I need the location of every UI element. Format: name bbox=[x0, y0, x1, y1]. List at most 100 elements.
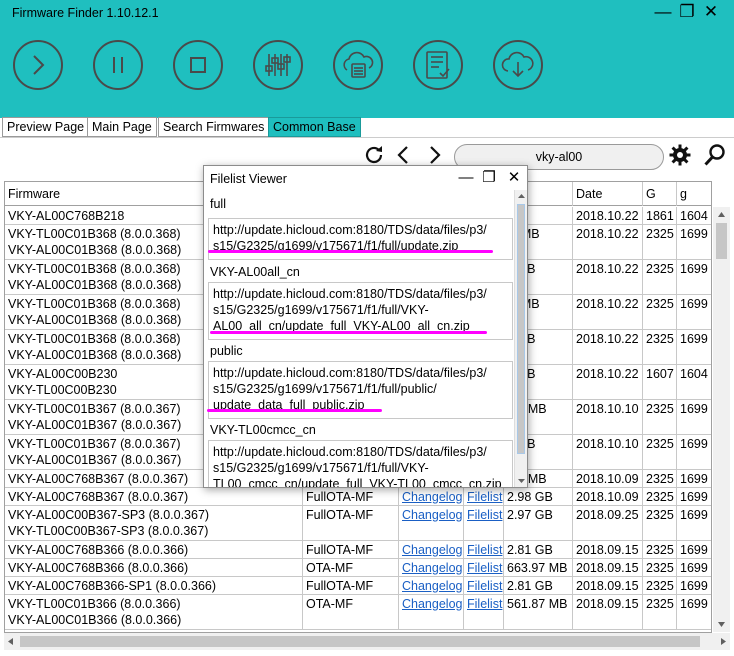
forward-button[interactable] bbox=[423, 143, 447, 167]
table-row[interactable]: VKY-AL00C768B366 (8.0.0.366) FullOTA-MF Ch… bbox=[5, 541, 711, 559]
cell-date: 2018.09.15 bbox=[573, 595, 643, 629]
cell-changelog[interactable]: Changelog bbox=[399, 506, 464, 540]
cell-changelog[interactable]: Changelog bbox=[399, 595, 464, 629]
cell-filelist[interactable]: Filelist bbox=[464, 559, 504, 576]
cell-type: OTA-MF bbox=[303, 559, 399, 576]
dialog-scroll-thumb[interactable] bbox=[517, 204, 525, 454]
cell-g: 2325 bbox=[643, 577, 677, 594]
cell-g: 2325 bbox=[643, 295, 677, 329]
tab-common-base[interactable]: Common Base bbox=[268, 117, 361, 137]
dialog-maximize-button[interactable]: ❐ bbox=[479, 168, 499, 188]
firmware-name: VKY-AL00C768B366-SP1 (8.0.0.366) bbox=[8, 579, 217, 593]
cloud-database-button[interactable] bbox=[333, 40, 383, 90]
cell-g2: 1604 bbox=[677, 365, 711, 399]
chevron-right-icon bbox=[430, 146, 441, 164]
cell-g: 1607 bbox=[643, 365, 677, 399]
scroll-left-icon[interactable] bbox=[4, 633, 18, 650]
cloud-download-button[interactable] bbox=[493, 40, 543, 90]
tab-divider bbox=[0, 137, 734, 138]
cell-g2: 1699 bbox=[677, 260, 711, 294]
close-button[interactable]: ✕ bbox=[700, 2, 722, 22]
cell-g: 2325 bbox=[643, 225, 677, 259]
cell-firmware: VKY-AL00C768B367 (8.0.0.367) bbox=[5, 488, 303, 505]
cell-size: 2.81 GB bbox=[504, 577, 573, 594]
hscroll-thumb[interactable] bbox=[20, 636, 700, 647]
scroll-thumb[interactable] bbox=[716, 223, 727, 259]
cell-g2: 1699 bbox=[677, 595, 711, 629]
cell-g: 2325 bbox=[643, 435, 677, 469]
cell-g2: 1699 bbox=[677, 400, 711, 434]
firmware-name: VKY-AL00C768B367 (8.0.0.367) bbox=[8, 490, 189, 504]
scroll-up-icon[interactable] bbox=[515, 190, 528, 202]
scroll-down-icon[interactable] bbox=[713, 618, 730, 632]
settings-sliders-button[interactable] bbox=[253, 40, 303, 90]
maximize-button[interactable]: ❐ bbox=[676, 2, 698, 22]
firmware-name: VKY-AL00C768B366 (8.0.0.366) bbox=[8, 543, 189, 557]
cell-changelog[interactable]: Changelog bbox=[399, 577, 464, 594]
cell-changelog[interactable]: Changelog bbox=[399, 488, 464, 505]
scroll-up-icon[interactable] bbox=[713, 207, 730, 221]
dialog-scrollbar[interactable] bbox=[514, 190, 527, 487]
cell-filelist[interactable]: Filelist bbox=[464, 506, 504, 540]
tab-search-firmwares[interactable]: Search Firmwares bbox=[158, 117, 270, 137]
cell-g: 2325 bbox=[643, 541, 677, 558]
cell-g: 2325 bbox=[643, 488, 677, 505]
header-date[interactable]: Date bbox=[573, 182, 643, 206]
sliders-icon bbox=[265, 54, 291, 76]
cell-g: 2325 bbox=[643, 559, 677, 576]
table-row[interactable]: VKY-AL00C768B367 (8.0.0.367) FullOTA-MF Ch… bbox=[5, 488, 711, 506]
cell-g: 2325 bbox=[643, 330, 677, 364]
url-box-full[interactable]: http://update.hicloud.com:8180/TDS/data/… bbox=[208, 218, 513, 260]
dialog-close-button[interactable]: ✕ bbox=[504, 168, 524, 188]
stop-icon bbox=[190, 57, 206, 73]
firmware-name: VKY-AL00C768B366 (8.0.0.366) bbox=[8, 561, 189, 575]
dialog-title: Filelist Viewer bbox=[210, 172, 287, 186]
back-button[interactable] bbox=[391, 143, 415, 167]
vertical-scrollbar[interactable] bbox=[713, 207, 730, 632]
table-row[interactable]: VKY-AL00C00B367-SP3 (8.0.0.367) VKY-TL00C… bbox=[5, 506, 711, 541]
play-button[interactable] bbox=[13, 40, 63, 90]
horizontal-scrollbar[interactable] bbox=[4, 633, 730, 650]
scroll-right-icon[interactable] bbox=[716, 633, 730, 650]
header-g2[interactable]: g bbox=[677, 182, 711, 206]
window-title: Firmware Finder 1.10.12.1 bbox=[12, 6, 159, 20]
scroll-down-icon[interactable] bbox=[515, 475, 528, 487]
cell-date: 2018.10.10 bbox=[573, 435, 643, 469]
cell-size: 561.87 MB bbox=[504, 595, 573, 629]
checklist-icon bbox=[426, 51, 450, 79]
checklist-button[interactable] bbox=[413, 40, 463, 90]
table-row[interactable]: VKY-AL00C768B366 (8.0.0.366) OTA-MF Change… bbox=[5, 559, 711, 577]
cell-changelog[interactable]: Changelog bbox=[399, 541, 464, 558]
cell-filelist[interactable]: Filelist bbox=[464, 488, 504, 505]
tab-main-page[interactable]: Main Page bbox=[87, 117, 157, 137]
cell-type: OTA-MF bbox=[303, 595, 399, 629]
cell-type: FullOTA-MF bbox=[303, 541, 399, 558]
cell-date: 2018.10.09 bbox=[573, 488, 643, 505]
cell-filelist[interactable]: Filelist bbox=[464, 595, 504, 629]
url-box-cmcc-cn[interactable]: http://update.hicloud.com:8180/TDS/data/… bbox=[208, 440, 513, 487]
cell-g2: 1699 bbox=[677, 470, 711, 487]
cell-g2: 1699 bbox=[677, 330, 711, 364]
firmware-name: VKY-TL00C01B366 (8.0.0.366) bbox=[8, 597, 181, 611]
header-g[interactable]: G bbox=[643, 182, 677, 206]
refresh-button[interactable] bbox=[362, 143, 386, 167]
pause-button[interactable] bbox=[93, 40, 143, 90]
dialog-minimize-button[interactable]: — bbox=[456, 168, 476, 188]
settings-button[interactable] bbox=[668, 143, 692, 167]
table-row[interactable]: VKY-TL00C01B366 (8.0.0.366) VKY-AL00C01B3… bbox=[5, 595, 711, 630]
cell-filelist[interactable]: Filelist bbox=[464, 541, 504, 558]
cell-date: 2018.09.25 bbox=[573, 506, 643, 540]
minimize-button[interactable]: — bbox=[652, 2, 674, 22]
cell-size: 663.97 MB bbox=[504, 559, 573, 576]
cell-filelist[interactable]: Filelist bbox=[464, 577, 504, 594]
cell-date: 2018.10.09 bbox=[573, 470, 643, 487]
table-row[interactable]: VKY-AL00C768B366-SP1 (8.0.0.366) FullOTA-… bbox=[5, 577, 711, 595]
search-button[interactable] bbox=[703, 143, 727, 167]
stop-button[interactable] bbox=[173, 40, 223, 90]
cell-date: 2018.10.22 bbox=[573, 330, 643, 364]
cell-g2: 1699 bbox=[677, 435, 711, 469]
cell-changelog[interactable]: Changelog bbox=[399, 559, 464, 576]
tab-preview-page[interactable]: Preview Page bbox=[2, 117, 90, 137]
chevron-left-icon bbox=[397, 146, 408, 164]
cell-date: 2018.10.22 bbox=[573, 260, 643, 294]
